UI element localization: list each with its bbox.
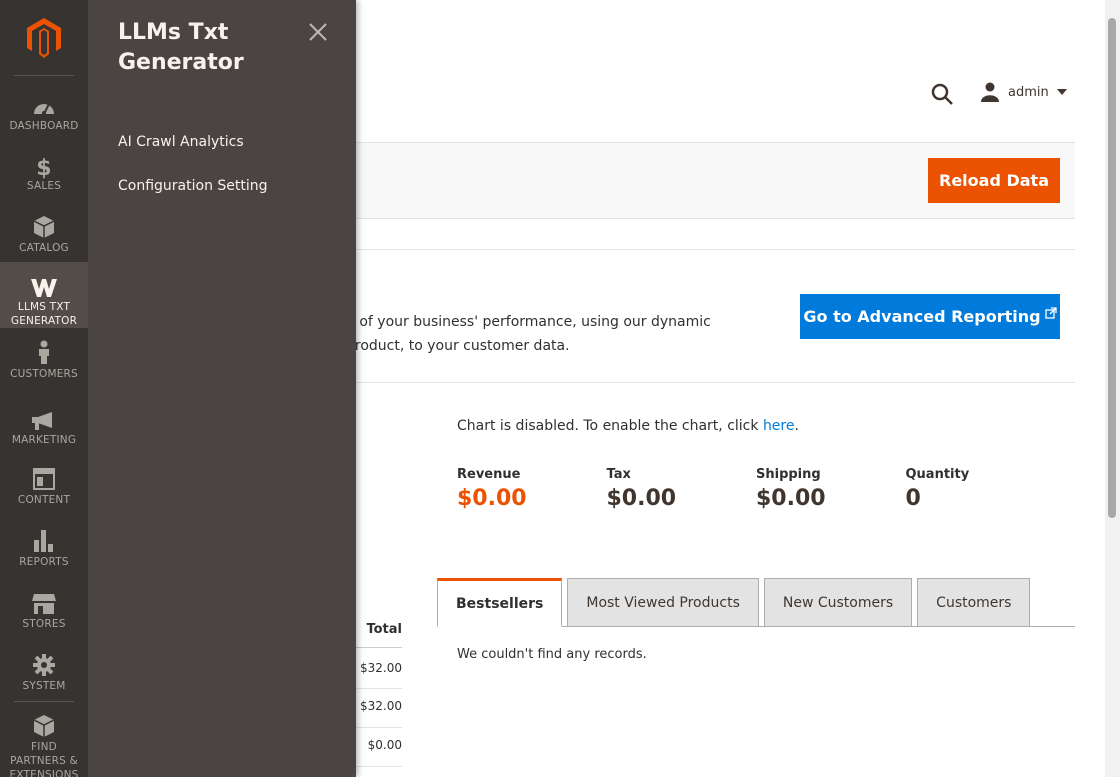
nav-item-find-partners[interactable]: FIND PARTNERS & EXTENSIONS: [0, 711, 88, 777]
section-divider: [356, 249, 1075, 250]
nav-label: STORES: [22, 618, 66, 630]
megaphone-icon: [32, 404, 56, 430]
total-value: $0.00: [756, 486, 826, 511]
table-cell-total: $0.00: [367, 738, 402, 752]
tab-most-viewed-products[interactable]: Most Viewed Products: [567, 578, 759, 627]
person-icon: [37, 338, 51, 364]
submenu-link-ai-crawl-analytics[interactable]: AI Crawl Analytics: [118, 134, 244, 150]
magento-logo-icon: [27, 18, 61, 58]
advanced-reporting-text: d of your business' performance, using o…: [346, 310, 766, 358]
total-label: Tax: [606, 467, 631, 482]
nav-item-customers[interactable]: CUSTOMERS: [0, 338, 88, 381]
nav-item-llms-txt-generator[interactable]: LLMS TXT GENERATOR: [0, 262, 88, 328]
user-menu[interactable]: admin: [980, 82, 1067, 102]
tab-customers[interactable]: Customers: [917, 578, 1031, 627]
advanced-reporting-button[interactable]: Go to Advanced Reporting: [800, 294, 1060, 339]
tab-new-customers[interactable]: New Customers: [763, 578, 913, 627]
total-label: Shipping: [756, 467, 821, 482]
nav-item-catalog[interactable]: CATALOG: [0, 212, 88, 255]
nav-item-sales[interactable]: $ SALES: [0, 150, 88, 193]
table-row-divider: [356, 688, 402, 689]
nav-divider: [14, 75, 74, 76]
section-divider: [356, 382, 1075, 383]
nav-label: REPORTS: [19, 556, 69, 568]
table-cell-total: $32.00: [360, 699, 402, 713]
box-icon: [34, 212, 54, 238]
scrollbar-thumb[interactable]: [1108, 18, 1116, 518]
table-header-total: Total: [366, 622, 402, 637]
nav-item-dashboard[interactable]: DASHBOARD: [0, 90, 88, 133]
advanced-reporting-description: d of your business' performance, using o…: [346, 314, 711, 354]
close-icon[interactable]: [306, 20, 330, 44]
chart-message-text: Chart is disabled. To enable the chart, …: [457, 418, 763, 434]
submenu-link-configuration-setting[interactable]: Configuration Setting: [118, 178, 268, 194]
user-name: admin: [1008, 84, 1049, 100]
nav-label: SALES: [26, 180, 62, 192]
total-revenue: Revenue $0.00: [457, 467, 607, 511]
caret-down-icon: [1056, 89, 1067, 95]
nav-label: CATALOG: [19, 242, 69, 254]
nav-item-stores[interactable]: STORES: [0, 588, 88, 631]
nav-label: FIND PARTNERS & EXTENSIONS: [9, 741, 79, 777]
total-label: Quantity: [905, 467, 970, 482]
nav-item-system[interactable]: SYSTEM: [0, 650, 88, 693]
reload-data-button[interactable]: Reload Data: [928, 158, 1060, 203]
chart-message-suffix: .: [794, 418, 799, 434]
table-row-divider: [356, 766, 402, 767]
total-label: Revenue: [457, 467, 521, 482]
user-icon: [981, 82, 999, 102]
tab-bestsellers[interactable]: Bestsellers: [437, 578, 563, 627]
total-shipping: Shipping $0.00: [756, 467, 906, 511]
search-icon[interactable]: [930, 82, 954, 110]
advanced-reporting-button-label: Go to Advanced Reporting: [803, 307, 1041, 326]
dashboard-icon: [32, 90, 56, 116]
gear-icon: [33, 650, 55, 676]
table-header-divider: [356, 647, 402, 648]
dollar-icon: $: [36, 156, 52, 181]
magento-logo[interactable]: [0, 0, 88, 76]
dashboard-totals: Revenue $0.00 Tax $0.00 Shipping $0.00 Q…: [457, 467, 1055, 511]
nav-label: DASHBOARD: [9, 120, 79, 132]
storefront-icon: [32, 588, 56, 614]
nav-label: CUSTOMERS: [10, 368, 78, 380]
admin-sidebar: DASHBOARD $ SALES CATALOG LLMS TXT GENER…: [0, 0, 88, 777]
enable-chart-link[interactable]: here: [763, 418, 795, 434]
total-value: 0: [905, 486, 921, 511]
chart-disabled-message: Chart is disabled. To enable the chart, …: [457, 418, 799, 434]
nav-label: LLMS TXT GENERATOR: [10, 301, 78, 327]
submenu-title: LLMs Txt Generator: [118, 20, 244, 75]
table-cell-total: $32.00: [360, 661, 402, 675]
layout-icon: [33, 464, 55, 490]
total-tax: Tax $0.00: [607, 467, 757, 511]
nav-divider: [14, 701, 74, 702]
nav-item-marketing[interactable]: MARKETING: [0, 404, 88, 447]
bar-chart-icon: [34, 526, 54, 552]
empty-records-message: We couldn't find any records.: [457, 647, 647, 662]
nav-item-reports[interactable]: REPORTS: [0, 526, 88, 569]
llms-submenu: LLMs Txt Generator AI Crawl Analytics Co…: [88, 0, 356, 777]
external-link-icon: [1044, 306, 1057, 319]
table-row-divider: [356, 727, 402, 728]
nav-label: MARKETING: [11, 434, 77, 446]
nav-label: CONTENT: [17, 494, 71, 506]
llms-icon: [31, 272, 57, 297]
total-value: $0.00: [606, 486, 677, 511]
dashboard-tabs: Bestsellers Most Viewed Products New Cus…: [437, 578, 1031, 627]
nav-label: SYSTEM: [22, 680, 66, 692]
nav-item-content[interactable]: CONTENT: [0, 464, 88, 507]
total-quantity: Quantity 0: [906, 467, 1056, 511]
total-value: $0.00: [457, 486, 527, 511]
blocks-icon: [32, 711, 56, 737]
